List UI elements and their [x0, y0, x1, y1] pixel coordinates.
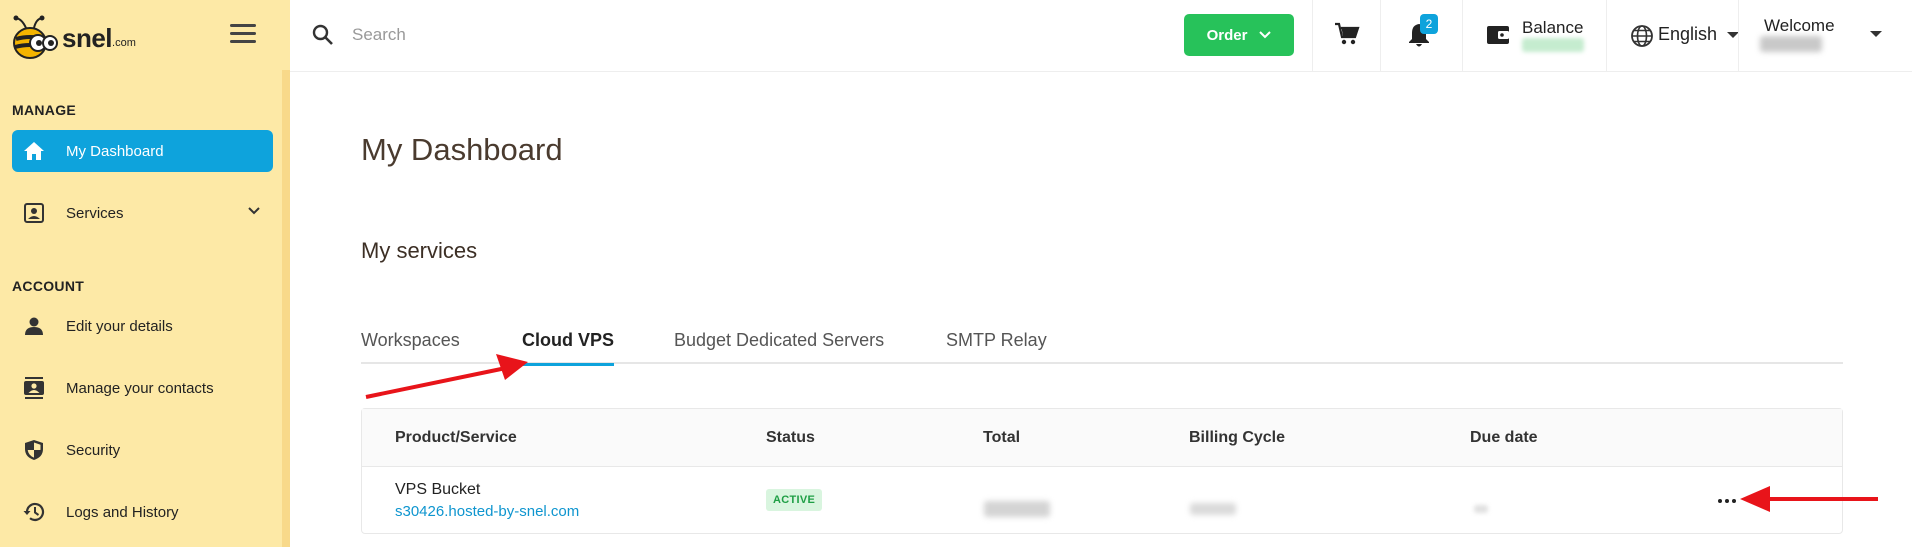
- chevron-down-icon: [1259, 31, 1272, 39]
- sidebar-item-security[interactable]: Security: [12, 429, 273, 471]
- brand-suffix: .com: [112, 37, 136, 49]
- services-table: Product/Service Status Total Billing Cyc…: [361, 408, 1843, 534]
- services-section-title: My services: [361, 238, 478, 263]
- tab-smtp-relay[interactable]: SMTP Relay: [946, 330, 1047, 363]
- brand-logo[interactable]: snel .com: [8, 12, 148, 64]
- sidebar-item-my-dashboard[interactable]: My Dashboard: [12, 130, 273, 172]
- user-menu[interactable]: Welcome: [1764, 16, 1835, 36]
- sidebar: snel .com MANAGE My Dashboard Services A…: [0, 0, 290, 547]
- brand-name: snel: [62, 22, 113, 53]
- header-divider: [1380, 0, 1381, 72]
- column-header-product: Product/Service: [395, 429, 517, 446]
- total-value-redacted: [984, 501, 1050, 517]
- sidebar-edge: [282, 70, 290, 547]
- order-button-label: Order: [1206, 26, 1248, 44]
- sidebar-item-label: My Dashboard: [66, 142, 164, 160]
- top-header: Order 2 Balance English Welcome: [290, 0, 1912, 72]
- manage-section-label: MANAGE: [12, 102, 77, 118]
- table-header: Product/Service Status Total Billing Cyc…: [362, 409, 1842, 467]
- notification-badge: 2: [1420, 14, 1438, 34]
- hamburger-menu-icon[interactable]: [230, 24, 256, 46]
- column-header-billing-cycle: Billing Cycle: [1189, 429, 1286, 446]
- billing-cycle-redacted: [1190, 503, 1236, 515]
- balance-label[interactable]: Balance: [1522, 18, 1583, 38]
- tab-workspaces[interactable]: Workspaces: [361, 330, 460, 363]
- header-divider: [1312, 0, 1313, 72]
- search-icon[interactable]: [312, 24, 334, 51]
- account-section-label: ACCOUNT: [12, 278, 85, 294]
- column-header-total: Total: [983, 429, 1021, 446]
- service-tabs: Workspaces Cloud VPS Budget Dedicated Se…: [361, 318, 1843, 366]
- sidebar-item-label: Services: [66, 204, 124, 222]
- tab-cloud-vps[interactable]: Cloud VPS: [522, 330, 615, 366]
- sidebar-item-label: Manage your contacts: [66, 379, 214, 397]
- contacts-icon: [14, 377, 54, 399]
- shield-icon: [14, 439, 54, 461]
- sidebar-item-label: Security: [66, 441, 121, 459]
- product-name: VPS Bucket: [395, 481, 481, 498]
- balance-value-redacted: [1522, 38, 1584, 52]
- order-button[interactable]: Order: [1184, 14, 1294, 56]
- column-header-due-date: Due date: [1470, 429, 1538, 446]
- language-selector[interactable]: English: [1658, 24, 1717, 45]
- person-icon: [14, 316, 54, 336]
- search-input[interactable]: [352, 20, 912, 50]
- sidebar-item-logs[interactable]: Logs and History: [12, 491, 273, 533]
- sidebar-item-contacts[interactable]: Manage your contacts: [12, 367, 273, 409]
- tab-budget-dedicated-servers[interactable]: Budget Dedicated Servers: [674, 330, 884, 363]
- header-divider: [1462, 0, 1463, 72]
- due-date-redacted: [1474, 505, 1488, 513]
- services-icon: [14, 203, 54, 223]
- sidebar-item-label: Logs and History: [66, 503, 179, 521]
- history-icon: [14, 502, 54, 522]
- product-hostname-link[interactable]: s30426.hosted-by-snel.com: [395, 503, 579, 520]
- status-badge: ACTIVE: [766, 489, 823, 511]
- more-actions-icon[interactable]: [1712, 493, 1742, 509]
- home-icon: [14, 141, 54, 161]
- sidebar-item-label: Edit your details: [66, 317, 173, 335]
- username-redacted: [1760, 36, 1822, 52]
- globe-icon[interactable]: [1630, 24, 1654, 53]
- table-row[interactable]: VPS Bucket s30426.hosted-by-snel.com ACT…: [362, 467, 1842, 535]
- column-header-status: Status: [766, 429, 815, 446]
- sidebar-item-services[interactable]: Services: [12, 192, 273, 234]
- header-divider: [1606, 0, 1607, 72]
- wallet-icon: [1486, 24, 1510, 51]
- chevron-down-icon[interactable]: [247, 204, 261, 222]
- page-title: My Dashboard: [361, 132, 563, 167]
- cart-icon[interactable]: [1334, 22, 1360, 51]
- header-divider: [1738, 0, 1739, 72]
- sidebar-item-edit-details[interactable]: Edit your details: [12, 305, 273, 347]
- caret-down-icon[interactable]: [1870, 31, 1882, 37]
- bee-logo-icon: [13, 15, 58, 59]
